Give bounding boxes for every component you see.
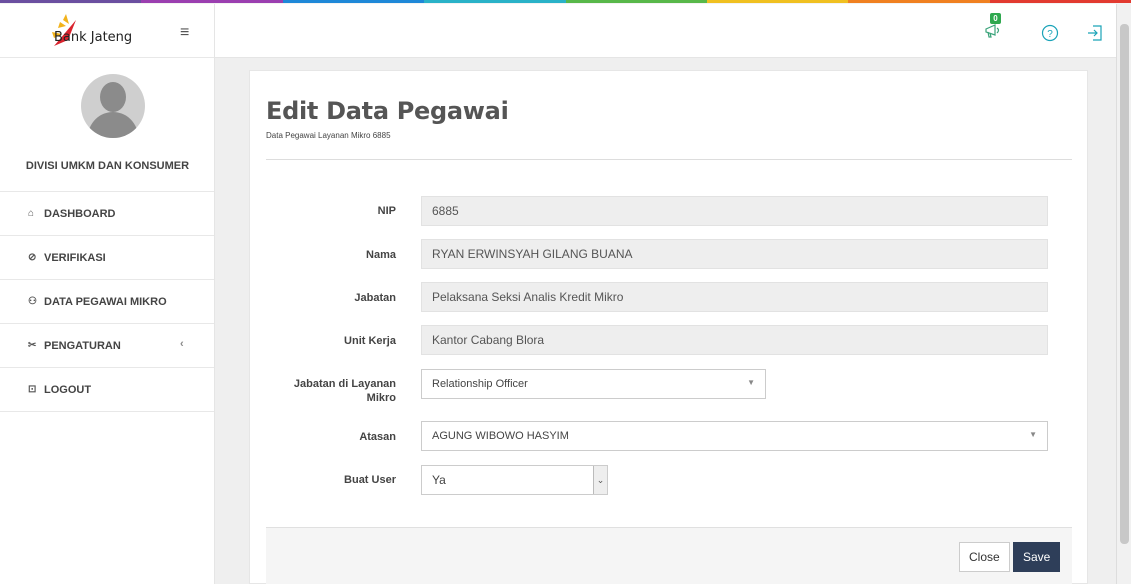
user-profile: DIVISI UMKM DAN KONSUMER xyxy=(0,58,214,192)
sign-out-icon[interactable] xyxy=(1086,24,1104,42)
users-icon: ⚇ xyxy=(28,296,37,307)
sidebar-item-label: DASHBOARD xyxy=(44,207,116,220)
top-navbar: 0 ? xyxy=(215,4,1131,58)
chevron-down-icon: ▼ xyxy=(1029,430,1037,439)
svg-text:?: ? xyxy=(1047,29,1053,40)
notification-badge: 0 xyxy=(990,13,1001,24)
division-name: DIVISI UMKM DAN KONSUMER xyxy=(25,160,190,172)
buat-user-label: Buat User xyxy=(344,474,396,486)
buat-user-value: Ya xyxy=(432,473,446,487)
edit-employee-card: Edit Data Pegawai Data Pegawai Layanan M… xyxy=(249,70,1088,584)
sidebar: Bank Jateng ≡ DIVISI UMKM DAN KONSUMER ⌂… xyxy=(0,4,215,584)
jabatan-field: Pelaksana Seksi Analis Kredit Mikro xyxy=(421,282,1048,312)
sidebar-item-dashboard[interactable]: ⌂ DASHBOARD xyxy=(0,192,214,236)
nip-field: 6885 xyxy=(421,196,1048,226)
sidebar-item-data-pegawai-mikro[interactable]: ⚇ DATA PEGAWAI MIKRO xyxy=(0,280,214,324)
check-circle-icon: ⊘ xyxy=(28,252,37,263)
menu-toggle-icon[interactable]: ≡ xyxy=(180,24,189,42)
atasan-value: AGUNG WIBOWO HASYIM xyxy=(432,430,569,442)
help-icon[interactable]: ? xyxy=(1041,24,1059,42)
jabatan-layanan-select[interactable]: Relationship Officer ▼ xyxy=(421,369,766,399)
save-button[interactable]: Save xyxy=(1013,542,1061,572)
chevron-left-icon: ‹ xyxy=(180,338,184,350)
sidebar-item-verifikasi[interactable]: ⊘ VERIFIKASI xyxy=(0,236,214,280)
brand-name: Bank Jateng xyxy=(54,30,133,45)
logout-icon: ⊡ xyxy=(28,384,37,395)
buat-user-select[interactable]: Ya ⌄ xyxy=(421,465,608,495)
brand: Bank Jateng ≡ xyxy=(0,4,214,58)
sidebar-item-label: PENGATURAN xyxy=(44,339,121,352)
atasan-label: Atasan xyxy=(359,431,396,443)
jabatan-layanan-value: Relationship Officer xyxy=(432,378,528,390)
megaphone-icon[interactable] xyxy=(983,22,1005,40)
unit-kerja-field: Kantor Cabang Blora xyxy=(421,325,1048,355)
nip-label: NIP xyxy=(377,205,396,217)
sidebar-item-logout[interactable]: ⊡ LOGOUT xyxy=(0,368,214,412)
home-icon: ⌂ xyxy=(28,208,35,219)
chevron-down-icon: ▼ xyxy=(747,378,755,387)
atasan-select[interactable]: AGUNG WIBOWO HASYIM ▼ xyxy=(421,421,1048,451)
nama-label: Nama xyxy=(366,249,396,261)
jabatan-layanan-label: Jabatan di Layanan Mikro xyxy=(293,378,396,404)
unit-kerja-label: Unit Kerja xyxy=(344,335,396,347)
chevron-down-icon: ⌄ xyxy=(593,466,607,494)
sidebar-item-label: VERIFIKASI xyxy=(44,251,106,264)
avatar xyxy=(81,74,145,138)
page-scrollbar[interactable] xyxy=(1116,4,1131,584)
jabatan-label: Jabatan xyxy=(354,292,396,304)
close-button[interactable]: Close xyxy=(959,542,1010,572)
page-subtitle: Data Pegawai Layanan Mikro 6885 xyxy=(266,131,391,140)
sidebar-item-label: DATA PEGAWAI MIKRO xyxy=(44,295,167,308)
page-title: Edit Data Pegawai xyxy=(266,97,509,125)
wrench-icon: ✂ xyxy=(28,340,37,351)
divider xyxy=(266,159,1072,160)
modal-footer: Close Save xyxy=(266,527,1072,584)
nama-field: RYAN ERWINSYAH GILANG BUANA xyxy=(421,239,1048,269)
sidebar-item-label: LOGOUT xyxy=(44,383,92,396)
sidebar-item-pengaturan[interactable]: ✂ PENGATURAN ‹ xyxy=(0,324,214,368)
